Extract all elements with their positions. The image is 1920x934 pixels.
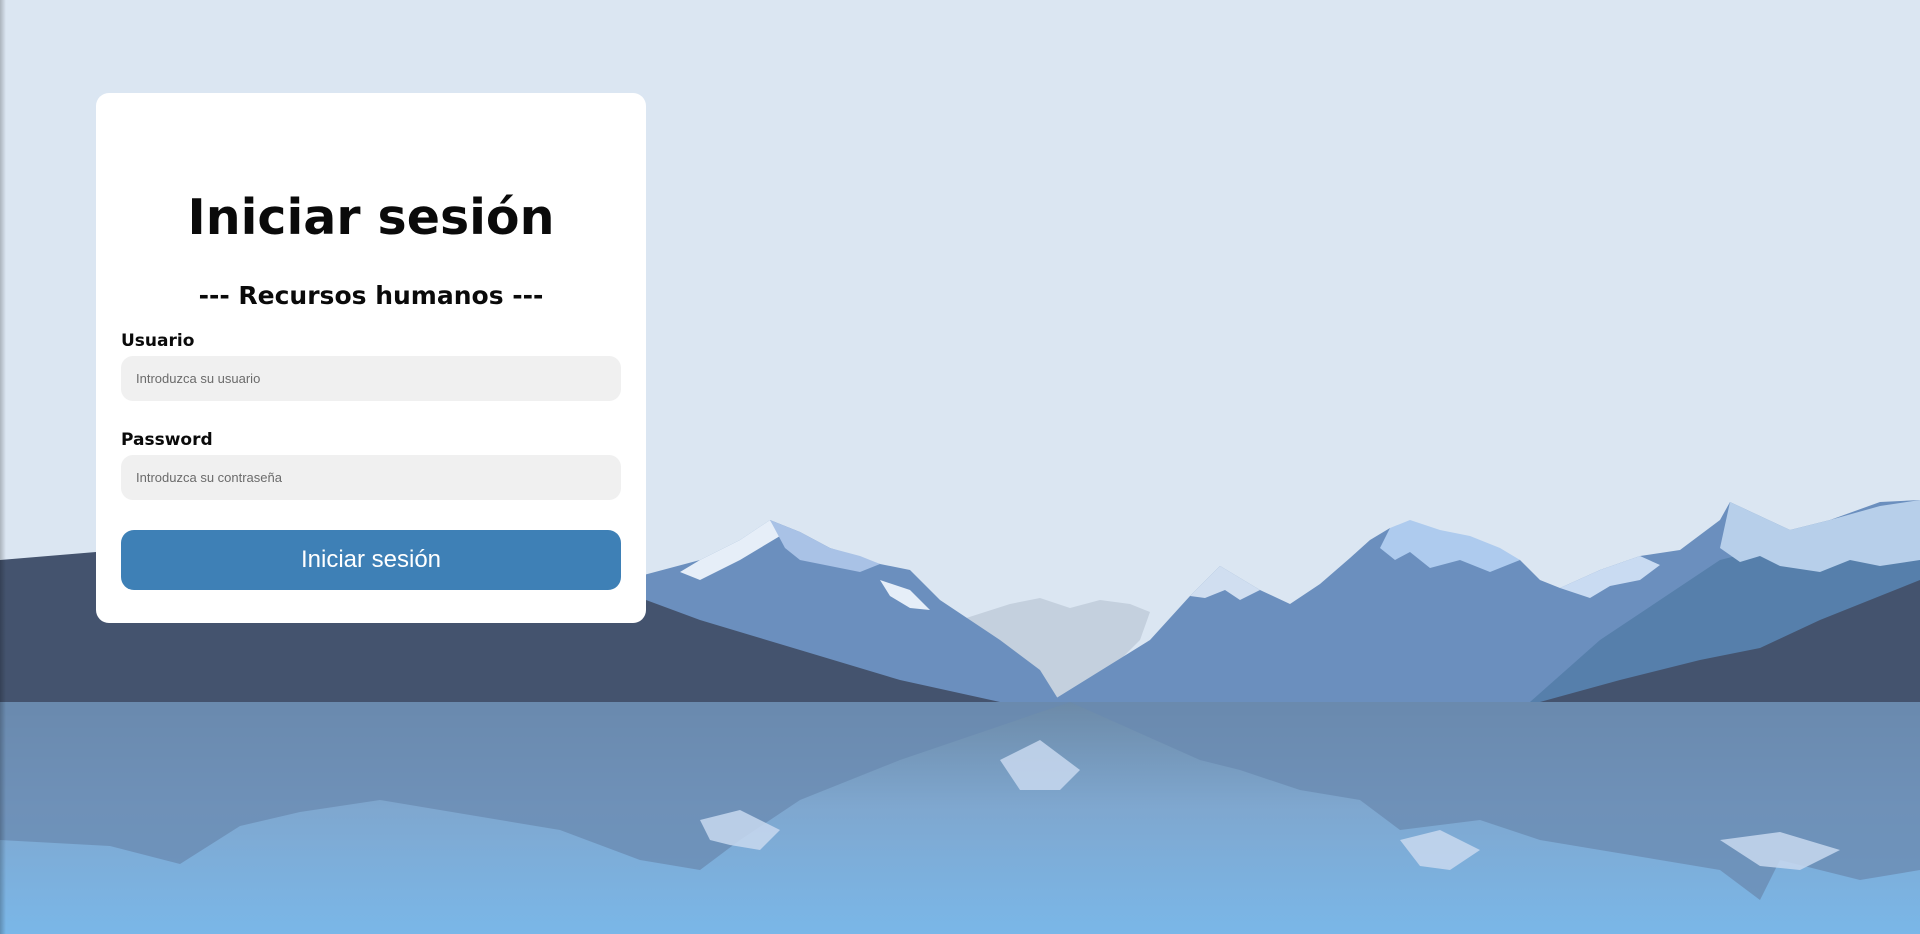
username-label: Usuario: [121, 331, 195, 351]
login-card: Iniciar sesión --- Recursos humanos --- …: [96, 93, 646, 623]
password-label: Password: [121, 430, 213, 450]
login-subtitle: --- Recursos humanos ---: [198, 281, 544, 310]
password-input[interactable]: [121, 455, 621, 500]
window-edge-shadow: [0, 0, 6, 934]
username-input[interactable]: [121, 356, 621, 401]
login-submit-button[interactable]: Iniciar sesión: [121, 530, 621, 590]
login-title: Iniciar sesión: [187, 189, 555, 246]
